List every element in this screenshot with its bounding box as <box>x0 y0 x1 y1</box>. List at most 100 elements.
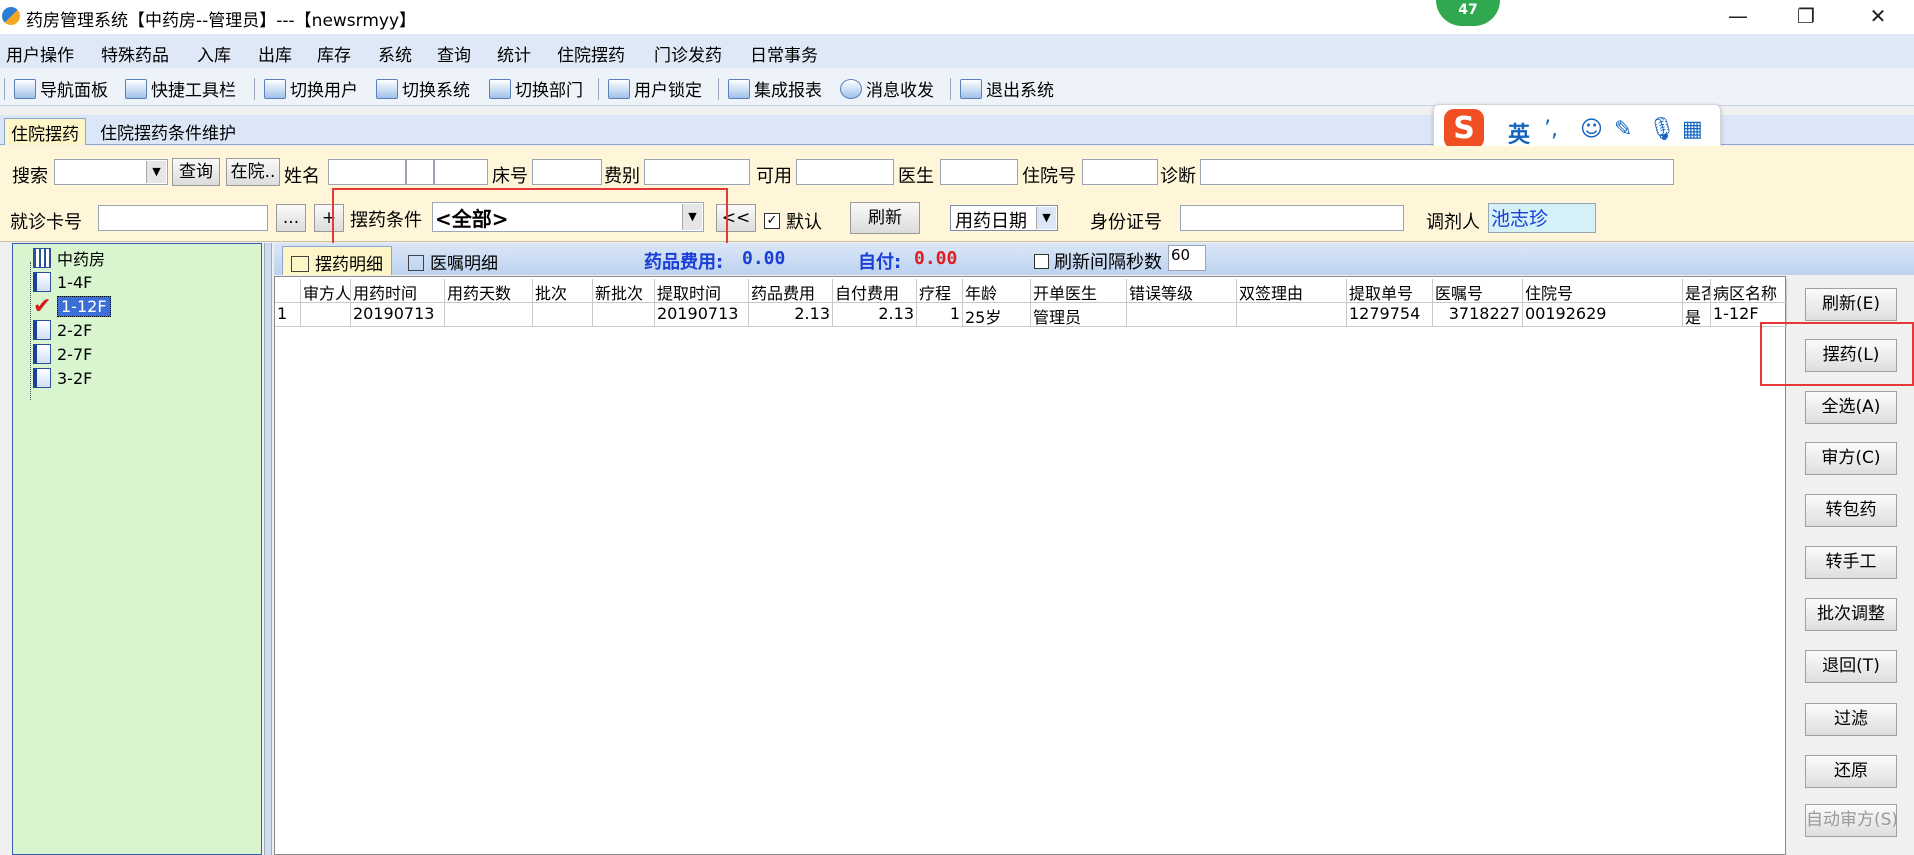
table-cell[interactable] <box>593 303 655 327</box>
menu-inpatient-dispense[interactable]: 住院摆药 <box>557 41 625 66</box>
table-cell[interactable]: 25岁 <box>963 303 1031 327</box>
table-cell[interactable]: 是 <box>1683 303 1711 327</box>
card-more-button[interactable]: ... <box>276 204 306 232</box>
column-header[interactable]: 医嘱号 <box>1433 279 1523 303</box>
refresh-interval-row[interactable]: 刷新间隔秒数 <box>1034 248 1162 274</box>
filter-button[interactable]: 过滤 <box>1805 703 1897 736</box>
dispenser-input[interactable]: 池志珍 <box>1488 203 1596 233</box>
ime-lang-toggle[interactable]: 英 <box>1508 117 1530 149</box>
column-header[interactable]: 新批次 <box>593 279 655 303</box>
column-header[interactable]: 用药天数 <box>445 279 533 303</box>
menu-query[interactable]: 查询 <box>437 41 471 66</box>
available-input[interactable] <box>796 159 894 185</box>
column-header[interactable]: 提取时间 <box>655 279 749 303</box>
table-cell[interactable] <box>533 303 593 327</box>
ime-toolbar[interactable]: S 英 ’, ☺ ✎ 🎙 ▦ <box>1433 104 1721 152</box>
refresh-interval-input[interactable]: 60 <box>1168 245 1206 271</box>
column-header[interactable]: 双签理由 <box>1237 279 1347 303</box>
review-prescription-button[interactable]: 审方(C) <box>1805 442 1897 475</box>
column-header[interactable]: 提取单号 <box>1347 279 1433 303</box>
punctuation-icon[interactable]: ’, <box>1544 117 1558 142</box>
table-cell[interactable] <box>445 303 533 327</box>
name-input[interactable] <box>328 159 406 185</box>
tree-root[interactable]: 中药房 <box>33 246 105 270</box>
messages-button[interactable]: 消息收发 <box>840 76 934 101</box>
bed-input[interactable] <box>532 159 602 185</box>
integrated-report-button[interactable]: 集成报表 <box>728 76 822 101</box>
table-cell[interactable] <box>1127 303 1237 327</box>
column-header[interactable]: 用药时间 <box>351 279 445 303</box>
table-cell[interactable] <box>301 303 351 327</box>
quick-toolbar-button[interactable]: 快捷工具栏 <box>125 76 236 101</box>
sogou-logo-icon[interactable]: S <box>1444 109 1484 149</box>
switch-system-button[interactable]: 切换系统 <box>376 76 470 101</box>
column-header[interactable]: 开单医生 <box>1031 279 1127 303</box>
refresh-interval-checkbox[interactable] <box>1034 253 1049 269</box>
menu-stock-in[interactable]: 入库 <box>197 41 231 66</box>
table-cell[interactable]: 20190713 <box>351 303 445 327</box>
menu-special-drugs[interactable]: 特殊药品 <box>101 41 169 66</box>
user-lock-button[interactable]: 用户锁定 <box>608 76 702 101</box>
menu-stock-out[interactable]: 出库 <box>258 41 292 66</box>
fee-type-input[interactable] <box>644 159 750 185</box>
name-extra-input-2[interactable] <box>434 159 488 185</box>
table-row-number[interactable]: 1 <box>275 303 301 327</box>
diagnosis-input[interactable] <box>1200 159 1674 185</box>
panel-splitter[interactable] <box>264 243 272 855</box>
table-cell[interactable]: 1279754 <box>1347 303 1433 327</box>
column-header[interactable]: 错误等级 <box>1127 279 1237 303</box>
doctor-input[interactable] <box>940 159 1018 185</box>
exit-system-button[interactable]: 退出系统 <box>960 76 1054 101</box>
tab-dispense-condition-maintenance[interactable]: 住院摆药条件维护 <box>94 118 242 145</box>
menu-statistics[interactable]: 统计 <box>497 41 531 66</box>
inpatient-button[interactable]: 在院.. <box>226 158 280 186</box>
microphone-icon[interactable]: 🎙 <box>1648 117 1676 142</box>
menu-user-ops[interactable]: 用户操作 <box>6 41 74 66</box>
emoji-icon[interactable]: ☺ <box>1580 117 1603 142</box>
table-cell[interactable]: 2.13 <box>833 303 917 327</box>
convert-manual-button[interactable]: 转手工 <box>1805 546 1897 579</box>
refresh-f-button[interactable]: 刷新(E) <box>1805 288 1897 321</box>
table-cell[interactable]: 20190713 <box>655 303 749 327</box>
close-button[interactable]: ✕ <box>1850 0 1906 34</box>
date-type-select[interactable]: 用药日期 ▼ <box>950 205 1058 232</box>
column-header[interactable]: 疗程 <box>917 279 963 303</box>
table-cell[interactable]: 管理员 <box>1031 303 1127 327</box>
return-button[interactable]: 退回(T) <box>1805 650 1897 683</box>
switch-user-button[interactable]: 切换用户 <box>264 76 358 101</box>
notification-badge[interactable]: 47 <box>1436 0 1500 26</box>
maximize-button[interactable]: ❐ <box>1778 0 1834 34</box>
tree-item-selected[interactable]: ✔ 1-12F <box>33 294 111 319</box>
menu-outpatient-dispense[interactable]: 门诊发药 <box>654 41 722 66</box>
nav-panel-button[interactable]: 导航面板 <box>14 76 108 101</box>
tab-inpatient-dispense[interactable]: 住院摆药 <box>4 118 86 145</box>
auto-review-button[interactable]: 自动审方(S) <box>1805 804 1898 837</box>
menu-inventory[interactable]: 库存 <box>317 41 351 66</box>
table-cell[interactable]: 2.13 <box>749 303 833 327</box>
default-checkbox[interactable]: ✓ <box>764 213 780 229</box>
table-cell[interactable]: 3718227 <box>1433 303 1523 327</box>
tree-item[interactable]: 2-2F <box>33 318 92 342</box>
default-checkbox-row[interactable]: ✓ 默认 <box>764 208 822 234</box>
column-header[interactable]: 年龄 <box>963 279 1031 303</box>
grid-menu-icon[interactable]: ▦ <box>1682 117 1703 142</box>
pen-icon[interactable]: ✎ <box>1614 117 1632 142</box>
id-number-input[interactable] <box>1180 205 1404 231</box>
column-header[interactable]: 药品费用 <box>749 279 833 303</box>
restore-button[interactable]: 还原 <box>1805 755 1897 788</box>
column-header[interactable]: 病区名称 <box>1711 279 1787 303</box>
column-header[interactable]: 自付费用 <box>833 279 917 303</box>
tree-item[interactable]: 2-7F <box>33 342 92 366</box>
batch-adjust-button[interactable]: 批次调整 <box>1805 598 1897 631</box>
search-select[interactable]: ▼ <box>54 159 168 185</box>
tab-dispense-detail[interactable]: 摆药明细 <box>282 246 392 275</box>
minimize-button[interactable]: — <box>1710 0 1766 34</box>
hospital-number-input[interactable] <box>1082 159 1158 185</box>
convert-package-button[interactable]: 转包药 <box>1805 494 1897 527</box>
select-all-button[interactable]: 全选(A) <box>1805 391 1897 424</box>
name-extra-input[interactable] <box>406 159 434 185</box>
table-cell[interactable] <box>1237 303 1347 327</box>
column-header[interactable]: 审方人 <box>301 279 351 303</box>
menu-system[interactable]: 系统 <box>378 41 412 66</box>
menu-daily-affairs[interactable]: 日常事务 <box>750 41 818 66</box>
